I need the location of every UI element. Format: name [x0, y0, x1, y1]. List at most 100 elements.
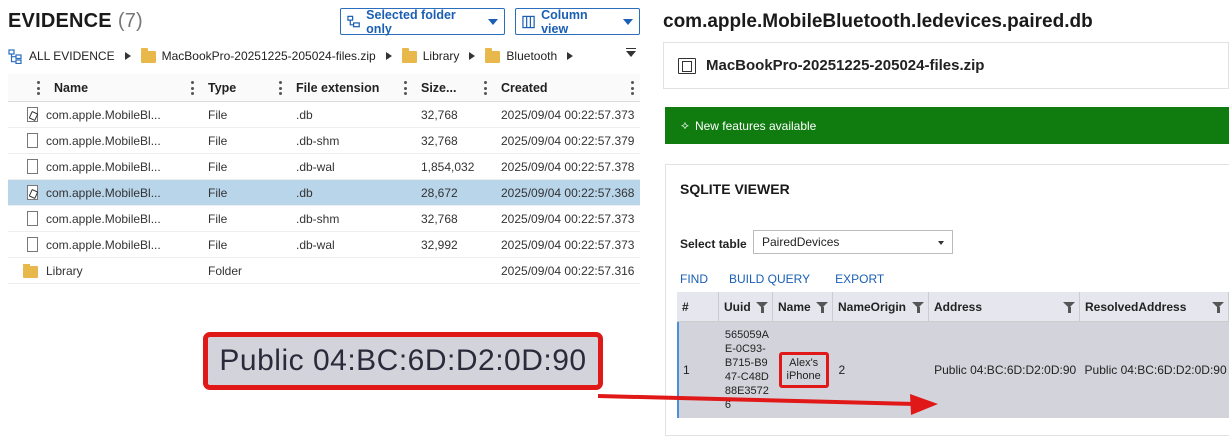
- breadcrumb-bluetooth[interactable]: Bluetooth: [506, 49, 557, 63]
- hierarchy-icon: [8, 48, 22, 64]
- columns-icon: [522, 15, 535, 28]
- cell-type: File: [208, 185, 228, 200]
- cell-size: 32,768: [421, 133, 458, 148]
- more-vertical-icon[interactable]: [191, 81, 194, 95]
- more-vertical-icon[interactable]: [631, 81, 634, 95]
- cell-type: File: [208, 237, 228, 252]
- table-row[interactable]: com.apple.MobileBl... File .db 32,768 20…: [8, 102, 640, 128]
- cell-name: com.apple.MobileBl...: [46, 133, 161, 148]
- column-header-uuid[interactable]: Uuid: [719, 292, 773, 321]
- column-options[interactable]: [8, 74, 46, 101]
- folder-icon: [401, 48, 417, 63]
- folder-icon: [485, 48, 501, 63]
- cell-name: com.apple.MobileBl...: [46, 107, 161, 122]
- evidence-table: Name Type File extension Size... Created…: [8, 74, 640, 284]
- chevron-down-icon: [488, 18, 498, 25]
- column-header-name[interactable]: Name: [46, 74, 200, 101]
- column-header-label: #: [682, 299, 689, 314]
- cell-created: 2025/09/04 00:22:57.373: [501, 237, 635, 252]
- annotation-arrow: [598, 394, 938, 415]
- file-icon: [27, 133, 38, 148]
- new-features-banner[interactable]: ⟡ New features available: [665, 107, 1229, 144]
- find-link[interactable]: FIND: [680, 272, 708, 286]
- column-header-name[interactable]: Name: [773, 292, 833, 321]
- table-row-selected[interactable]: com.apple.MobileBl... File .db 28,672 20…: [8, 180, 640, 206]
- breadcrumb-zip[interactable]: MacBookPro-20251225-205024-files.zip: [162, 49, 376, 63]
- column-view-button[interactable]: Column view: [515, 7, 640, 36]
- cell-size: 28,672: [421, 185, 458, 200]
- cell-address: Public 04:BC:6D:D2:0D:90: [934, 363, 1077, 377]
- selected-folder-only-button[interactable]: Selected folder only: [340, 7, 505, 36]
- column-header-label: Created: [501, 80, 548, 95]
- detail-title: com.apple.MobileBluetooth.ledevices.pair…: [663, 11, 1093, 32]
- cell-name: com.apple.MobileBl...: [46, 237, 161, 252]
- table-row[interactable]: com.apple.MobileBl... File .db-wal 1,854…: [8, 154, 640, 180]
- filter-icon[interactable]: [1063, 302, 1075, 313]
- column-header-num[interactable]: #: [677, 292, 719, 321]
- cell-created: 2025/09/04 00:22:57.316: [501, 263, 635, 278]
- column-header-type[interactable]: Type: [200, 74, 288, 101]
- breadcrumb-library[interactable]: Library: [423, 49, 460, 63]
- filter-icon[interactable]: [816, 302, 828, 313]
- sqlite-table-header: # Uuid Name NameOrigin Address ResolvedA…: [677, 292, 1229, 322]
- column-header-label: ResolvedAddress: [1085, 299, 1187, 314]
- evidence-title-text: EVIDENCE: [8, 10, 112, 32]
- chevron-right-icon[interactable]: [567, 52, 574, 60]
- table-row[interactable]: com.apple.MobileBl... File .db-shm 32,76…: [8, 128, 640, 154]
- export-link[interactable]: EXPORT: [835, 272, 884, 286]
- cell-extension: .db: [296, 107, 313, 122]
- more-vertical-icon[interactable]: [37, 81, 40, 95]
- folder-icon: [140, 48, 156, 63]
- sparkle-icon: ⟡: [681, 118, 689, 132]
- select-table-label: Select table: [680, 237, 747, 251]
- container-file-row[interactable]: MacBookPro-20251225-205024-files.zip: [663, 42, 1229, 89]
- filter-icon[interactable]: [912, 302, 924, 313]
- container-file-name: MacBookPro-20251225-205024-files.zip: [706, 57, 985, 74]
- more-vertical-icon[interactable]: [279, 81, 282, 95]
- chevron-down-icon: [623, 18, 633, 25]
- cell-created: 2025/09/04 00:22:57.373: [501, 107, 635, 122]
- row-icon-cell: [8, 159, 46, 174]
- table-row[interactable]: Library Folder 2025/09/04 00:22:57.316: [8, 258, 640, 284]
- more-vertical-icon[interactable]: [484, 81, 487, 95]
- file-icon: [27, 211, 38, 226]
- column-header-nameorigin[interactable]: NameOrigin: [833, 292, 929, 321]
- filter-icon[interactable]: [756, 302, 768, 313]
- cell-name: com.apple.MobileBl...: [46, 159, 161, 174]
- row-icon-cell: [8, 211, 46, 226]
- cell-name: Library: [46, 263, 83, 278]
- row-icon-cell: [8, 133, 46, 148]
- column-view-label: Column view: [541, 7, 588, 36]
- table-row[interactable]: com.apple.MobileBl... File .db-shm 32,76…: [8, 206, 640, 232]
- breadcrumb: ALL EVIDENCE MacBookPro-20251225-205024-…: [8, 44, 640, 68]
- banner-text: New features available: [694, 118, 817, 133]
- cell-created: 2025/09/04 00:22:57.378: [501, 159, 635, 174]
- highlighted-device-name: Alex's iPhone: [778, 352, 829, 388]
- row-icon-cell: [8, 107, 46, 122]
- sqlite-viewer-title: SQLITE VIEWER: [680, 181, 790, 197]
- cell-resolvedaddress: Public 04:BC:6D:D2:0D:90: [1084, 363, 1227, 377]
- chevron-right-icon: [124, 52, 131, 60]
- cell-size: 32,768: [421, 211, 458, 226]
- cell-size: 32,992: [421, 237, 458, 252]
- column-header-resolvedaddress[interactable]: ResolvedAddress: [1080, 292, 1229, 321]
- more-vertical-icon[interactable]: [404, 81, 407, 95]
- filter-icon[interactable]: [1212, 302, 1224, 313]
- cell-created: 2025/09/04 00:22:57.368: [501, 185, 635, 200]
- table-row[interactable]: com.apple.MobileBl... File .db-wal 32,99…: [8, 232, 640, 258]
- selected-folder-only-label: Selected folder only: [366, 7, 456, 36]
- table-select[interactable]: PairedDevices: [753, 230, 953, 254]
- sqlite-file-icon: [27, 185, 38, 200]
- breadcrumb-overflow-icon[interactable]: [626, 48, 636, 57]
- breadcrumb-all-evidence[interactable]: ALL EVIDENCE: [29, 49, 115, 63]
- column-header-size[interactable]: Size...: [413, 74, 493, 101]
- build-query-link[interactable]: BUILD QUERY: [729, 272, 810, 286]
- evidence-title: EVIDENCE (7): [8, 10, 143, 33]
- cell-extension: .db-shm: [296, 133, 340, 148]
- column-header-created[interactable]: Created: [493, 74, 640, 101]
- cell-name: com.apple.MobileBl...: [46, 185, 161, 200]
- column-header-extension[interactable]: File extension: [288, 74, 413, 101]
- address-zoom-callout: Public 04:BC:6D:D2:0D:90: [203, 332, 603, 390]
- column-header-address[interactable]: Address: [929, 292, 1080, 321]
- cell-extension: .db-wal: [296, 237, 335, 252]
